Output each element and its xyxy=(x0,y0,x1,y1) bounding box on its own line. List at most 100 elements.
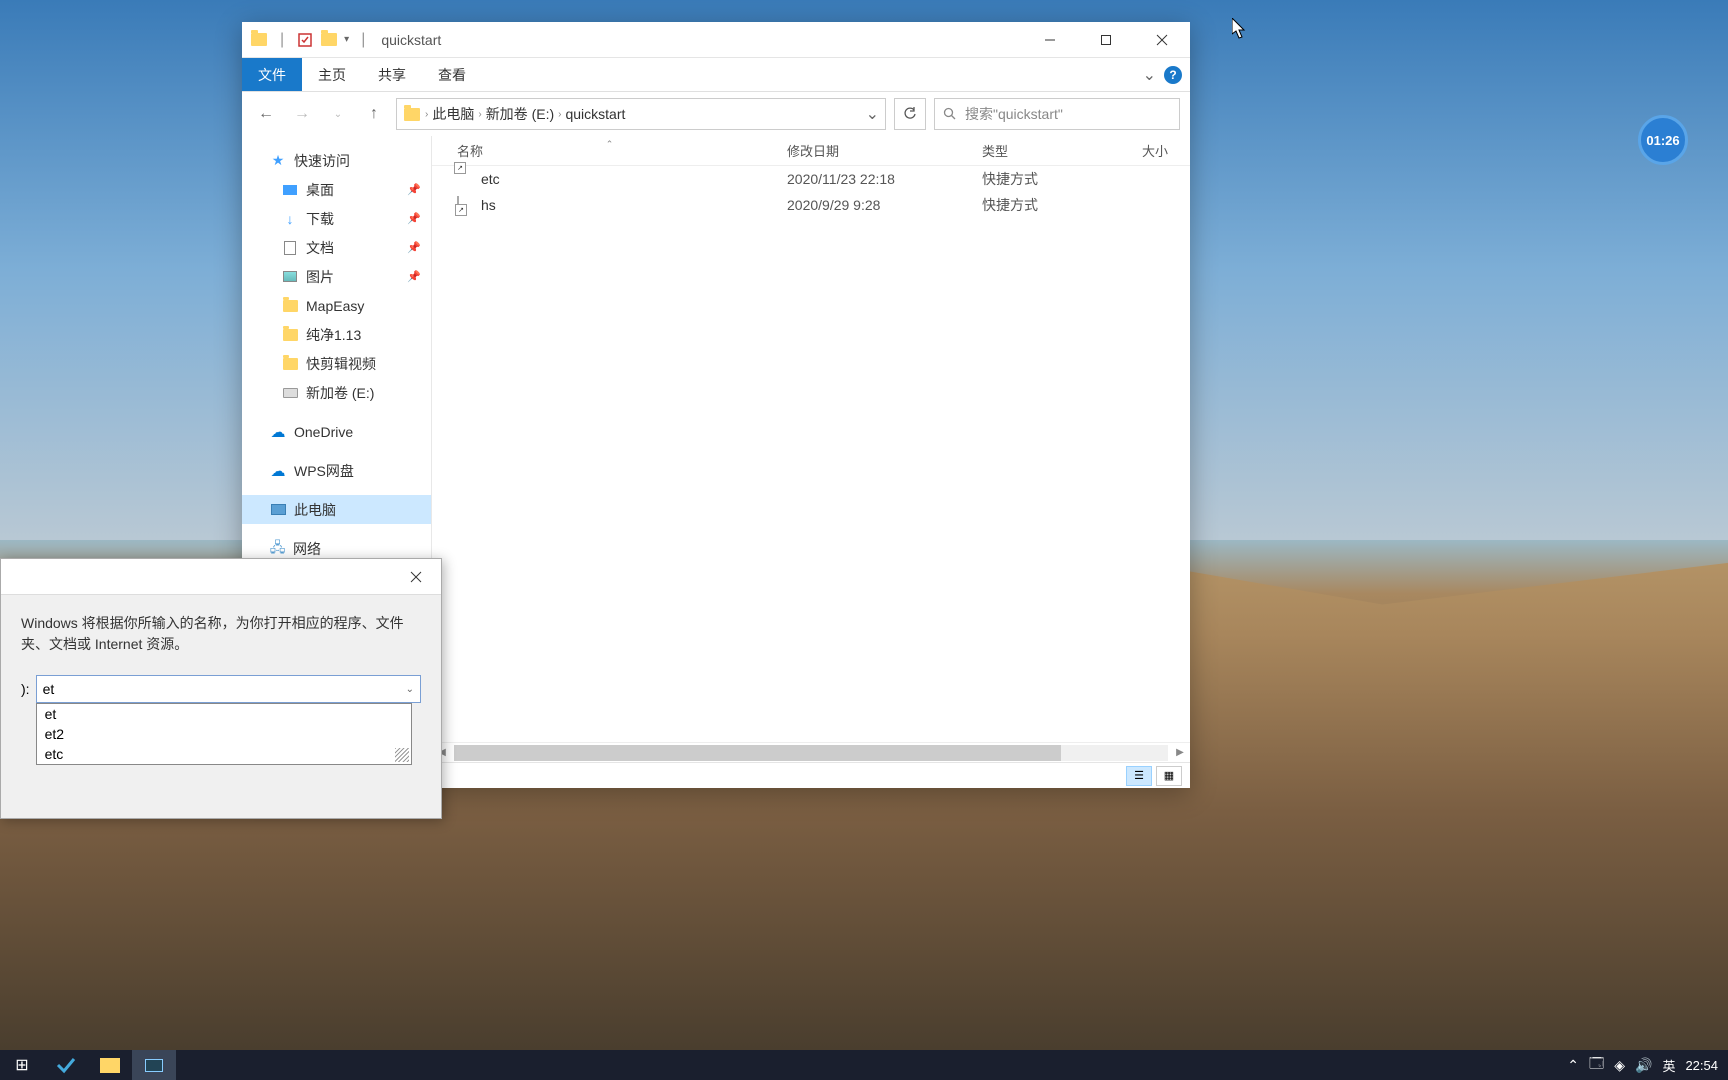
run-dialog: Windows 将根据你所输入的名称，为你打开相应的程序、文件夹、文档或 Int… xyxy=(0,558,442,819)
desktop-clock-widget[interactable]: 01:26 xyxy=(1638,115,1688,165)
separator: | xyxy=(280,31,284,49)
tab-view[interactable]: 查看 xyxy=(422,58,482,91)
run-input[interactable] xyxy=(43,681,406,697)
network-icon: 🖧 xyxy=(270,543,285,554)
file-row[interactable]: hs 2020/9/29 9:28 快捷方式 xyxy=(432,192,1190,218)
document-icon xyxy=(282,240,298,256)
run-option[interactable]: et2 xyxy=(37,724,411,744)
properties-icon[interactable] xyxy=(296,31,314,49)
close-button[interactable] xyxy=(401,564,431,590)
scroll-track[interactable] xyxy=(454,745,1168,761)
folder-icon xyxy=(282,327,298,343)
sidebar-item-desktop[interactable]: 桌面📌 xyxy=(242,175,431,204)
battery-icon[interactable]: 🗔 xyxy=(1589,1053,1604,1077)
column-type[interactable]: 类型 xyxy=(982,141,1142,160)
address-dropdown-icon[interactable]: ⌄ xyxy=(866,104,879,124)
scroll-right-icon[interactable]: ▶ xyxy=(1170,747,1190,758)
ime-indicator[interactable]: 英 xyxy=(1662,1056,1675,1075)
start-button[interactable]: ⊞ xyxy=(0,1050,44,1080)
search-input[interactable]: 搜索"quickstart" xyxy=(934,98,1180,130)
run-dropdown: et et2 etc xyxy=(36,703,412,765)
chevron-right-icon[interactable]: › xyxy=(478,109,481,120)
file-row[interactable]: etc 2020/11/23 22:18 快捷方式 xyxy=(432,166,1190,192)
run-titlebar[interactable] xyxy=(1,559,441,595)
qat-dropdown-icon[interactable]: ▾ xyxy=(344,34,349,45)
sidebar-item-folder[interactable]: 纯净1.13 xyxy=(242,320,431,349)
taskbar-explorer[interactable] xyxy=(88,1050,132,1080)
details-view-button[interactable]: ☰ xyxy=(1126,766,1152,786)
scroll-thumb[interactable] xyxy=(454,745,1061,761)
tab-home[interactable]: 主页 xyxy=(302,58,362,91)
search-placeholder: 搜索"quickstart" xyxy=(965,104,1063,124)
download-icon: ↓ xyxy=(282,211,298,227)
chevron-right-icon[interactable]: › xyxy=(425,109,428,120)
taskbar-app[interactable] xyxy=(44,1050,88,1080)
folder-icon xyxy=(250,31,268,49)
volume-icon[interactable]: 🔊 xyxy=(1635,1057,1652,1074)
breadcrumb-item[interactable]: 新加卷 (E:) xyxy=(486,104,554,124)
sidebar-item-pictures[interactable]: 图片📌 xyxy=(242,262,431,291)
forward-button[interactable]: → xyxy=(288,100,316,128)
chevron-down-icon[interactable]: ⌄ xyxy=(406,684,414,695)
column-size[interactable]: 大小 xyxy=(1142,141,1190,160)
file-list-pane: ⌃名称 修改日期 类型 大小 etc 2020/11/23 22:18 快捷方式… xyxy=(432,136,1190,788)
resize-grip-icon[interactable] xyxy=(395,748,409,762)
run-option[interactable]: etc xyxy=(37,744,411,764)
ribbon-expand-icon[interactable]: ⌄ xyxy=(1143,65,1156,85)
help-icon[interactable]: ? xyxy=(1164,66,1182,84)
status-bar: ☰ ▦ xyxy=(432,762,1190,788)
sidebar-item-folder[interactable]: MapEasy xyxy=(242,291,431,320)
sidebar-item-documents[interactable]: 文档📌 xyxy=(242,233,431,262)
wifi-icon[interactable]: ◈ xyxy=(1614,1057,1625,1074)
taskbar[interactable]: ⊞ ⌃ 🗔 ◈ 🔊 英 22:54 xyxy=(0,1050,1728,1080)
column-name[interactable]: ⌃名称 xyxy=(432,141,787,160)
titlebar[interactable]: | ▾ | quickstart xyxy=(242,22,1190,58)
horizontal-scrollbar[interactable]: ◀ ▶ xyxy=(432,742,1190,762)
run-option[interactable]: et xyxy=(37,704,411,724)
star-icon: ★ xyxy=(270,153,286,169)
tray-chevron-icon[interactable]: ⌃ xyxy=(1567,1057,1579,1074)
breadcrumb-item[interactable]: 此电脑 xyxy=(432,104,474,124)
cursor-icon xyxy=(1232,18,1248,40)
address-bar[interactable]: › 此电脑 › 新加卷 (E:) › quickstart ⌄ xyxy=(396,98,886,130)
folder-icon xyxy=(282,298,298,314)
chevron-right-icon[interactable]: › xyxy=(558,109,561,120)
up-button[interactable]: ↑ xyxy=(360,100,388,128)
cloud-icon: ☁ xyxy=(270,424,286,440)
monitor-icon xyxy=(145,1059,163,1072)
recent-dropdown-icon[interactable]: ⌄ xyxy=(324,100,352,128)
pin-icon: 📌 xyxy=(407,270,421,283)
sidebar-item-drive[interactable]: 新加卷 (E:) xyxy=(242,378,431,407)
desktop-icon xyxy=(282,182,298,198)
breadcrumb-item[interactable]: quickstart xyxy=(565,106,625,122)
taskbar-app[interactable] xyxy=(132,1050,176,1080)
navigation-bar: ← → ⌄ ↑ › 此电脑 › 新加卷 (E:) › quickstart ⌄ … xyxy=(242,92,1190,136)
maximize-button[interactable] xyxy=(1078,22,1134,58)
minimize-button[interactable] xyxy=(1022,22,1078,58)
run-label: ): xyxy=(21,681,30,697)
column-date[interactable]: 修改日期 xyxy=(787,141,982,160)
refresh-button[interactable] xyxy=(894,98,926,130)
sidebar-item-wps[interactable]: ☁WPS网盘 xyxy=(242,456,431,485)
picture-icon xyxy=(282,269,298,285)
close-button[interactable] xyxy=(1134,22,1190,58)
tab-share[interactable]: 共享 xyxy=(362,58,422,91)
back-button[interactable]: ← xyxy=(252,100,280,128)
sort-asc-icon: ⌃ xyxy=(606,139,614,150)
sidebar-item-onedrive[interactable]: ☁OneDrive xyxy=(242,417,431,446)
system-tray: ⌃ 🗔 ◈ 🔊 英 22:54 xyxy=(1567,1053,1728,1077)
sidebar-item-downloads[interactable]: ↓下载📌 xyxy=(242,204,431,233)
sidebar-item-quickaccess[interactable]: ★快速访问 xyxy=(242,146,431,175)
pin-icon: 📌 xyxy=(407,212,421,225)
sidebar-item-thispc[interactable]: 此电脑 xyxy=(242,495,431,524)
run-combobox[interactable]: ⌄ et et2 etc xyxy=(36,675,421,703)
column-headers[interactable]: ⌃名称 修改日期 类型 大小 xyxy=(432,136,1190,166)
icons-view-button[interactable]: ▦ xyxy=(1156,766,1182,786)
clock[interactable]: 22:54 xyxy=(1685,1058,1718,1073)
search-icon xyxy=(943,107,957,121)
drive-icon xyxy=(282,385,298,401)
shortcut-file-icon xyxy=(457,197,473,213)
sidebar-item-folder[interactable]: 快剪辑视频 xyxy=(242,349,431,378)
tab-file[interactable]: 文件 xyxy=(242,58,302,91)
folder-icon xyxy=(320,31,338,49)
